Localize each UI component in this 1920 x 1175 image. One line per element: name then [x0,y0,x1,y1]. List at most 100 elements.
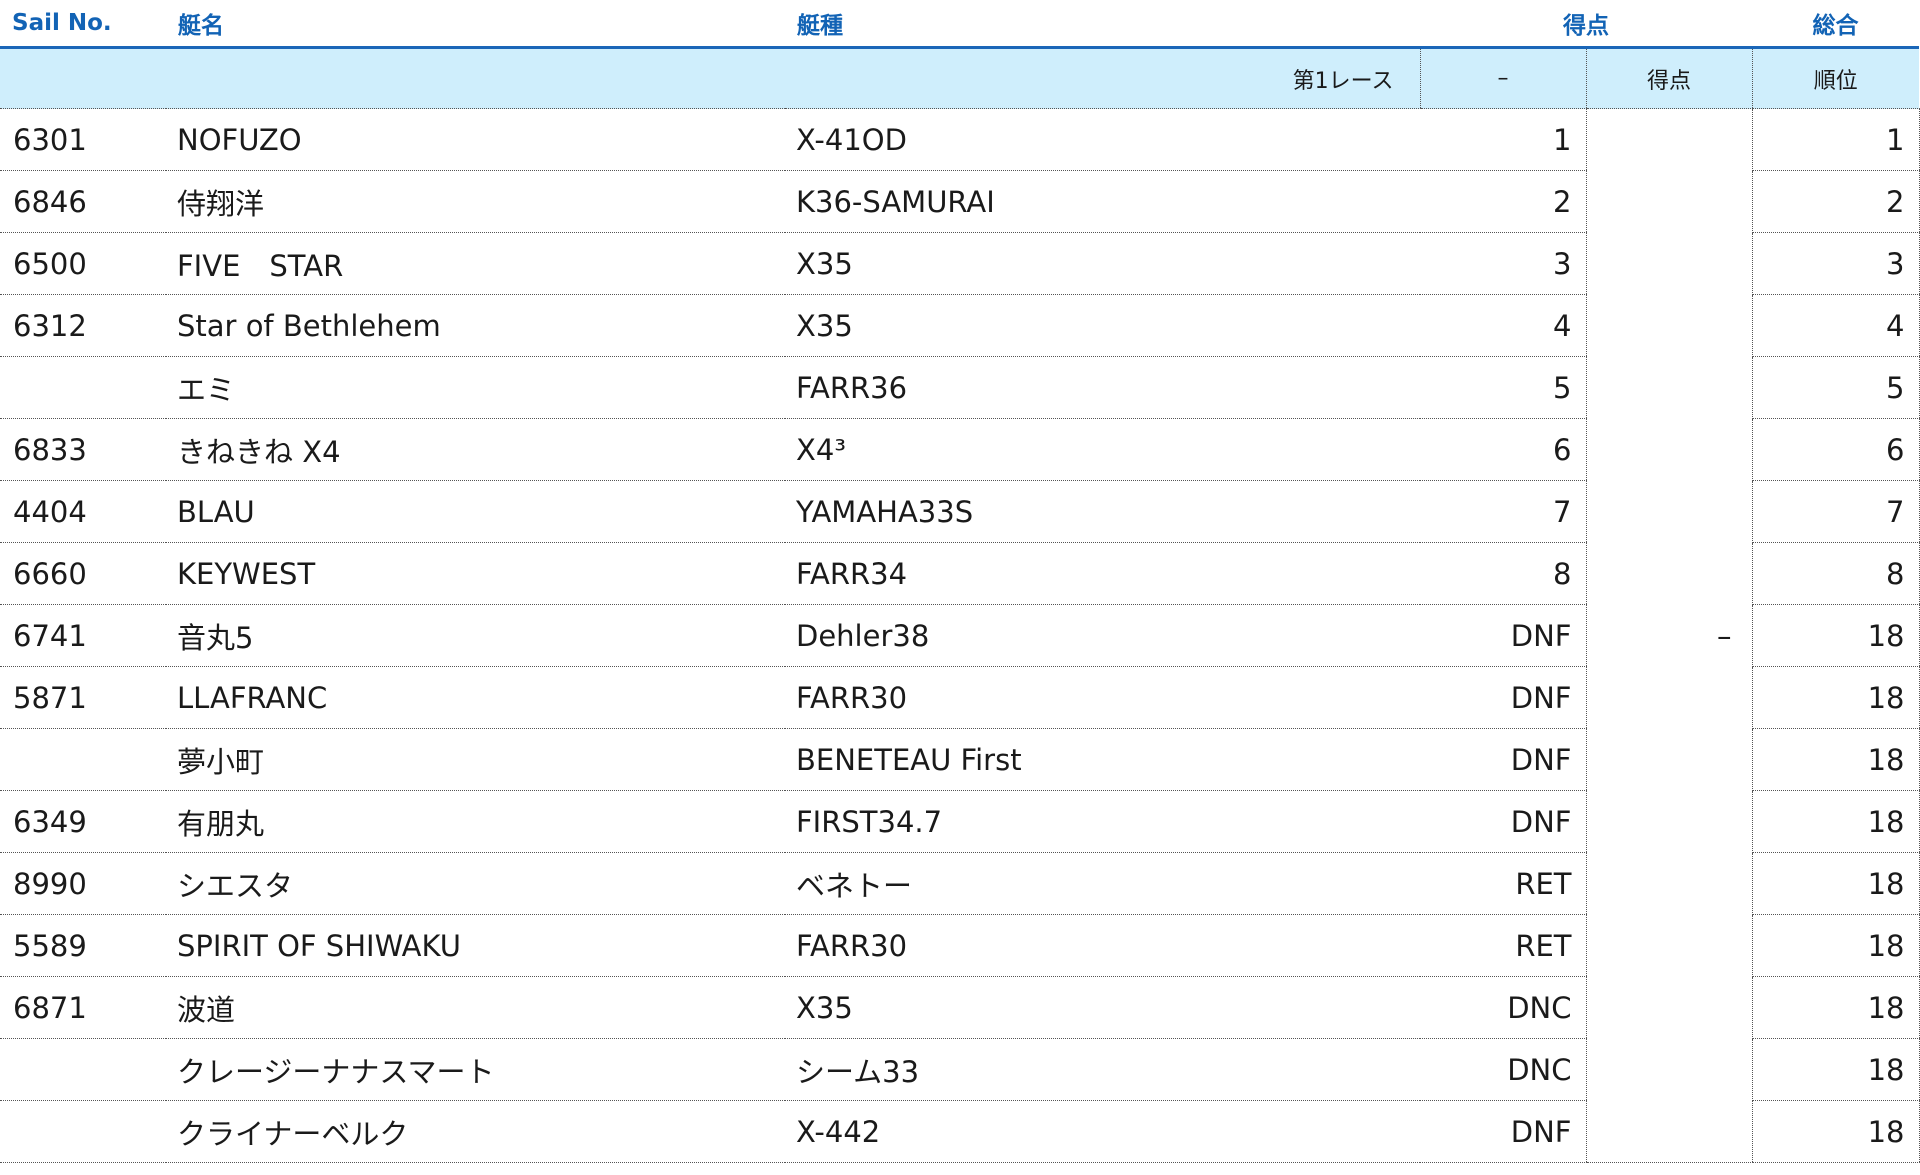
table-row: 6301NOFUZOX-41OD111 [0,108,1919,171]
total-score-cell: 6 [1751,418,1919,481]
boat-type-cell: X35 [785,294,1420,357]
boat-type-cell: K36-SAMURAI [785,170,1420,233]
boat-name-cell: BLAU [166,480,785,543]
race1-score-cell: 3 [1420,232,1586,295]
boat-name-cell: 音丸5 [166,604,785,667]
race1-score-cell: 1 [1420,108,1586,171]
sail-number-cell [0,728,166,791]
table-row: 5871LLAFRANCFARR30DNF1810 [0,666,1919,729]
table-row: 6833きねきね X4X4³666 [0,418,1919,481]
boat-name-cell: クライナーベルク [166,1100,785,1163]
race1-score-cell: DNC [1420,1038,1586,1101]
race1-score-cell: RET [1420,852,1586,915]
boat-type-cell: FARR34 [785,542,1420,605]
extra-cell [1585,976,1752,1039]
boat-name-cell: 波道 [166,976,785,1039]
total-score-cell: 8 [1751,542,1919,605]
subheader-row: 第1レース – 得点 順位 [0,47,1919,109]
sail-number-cell [0,1038,166,1101]
total-score-cell: 18 [1751,666,1919,729]
sail-number-cell [0,1100,166,1163]
total-score-cell: 18 [1751,852,1919,915]
table-row: 5589SPIRIT OF SHIWAKUFARR30RET1814 [0,914,1919,977]
boat-type-cell: ベネトー [785,852,1420,915]
boat-name-cell: NOFUZO [166,108,785,171]
race1-score-cell: 6 [1420,418,1586,481]
sail-number-cell [0,356,166,419]
sail-number-cell: 5871 [0,666,166,729]
race1-score-cell: 2 [1420,170,1586,233]
boat-name-cell: エミ [166,356,785,419]
sail-number-cell: 6871 [0,976,166,1039]
table-row: 夢小町BENETEAU FirstDNF1811 [0,728,1919,791]
boat-name-cell: シエスタ [166,852,785,915]
extra-cell [1585,666,1752,729]
table-row: クライナーベルクX-442DNF1817 [0,1100,1919,1163]
table-row: 6312Star of BethlehemX35444 [0,294,1919,357]
total-score-cell: 18 [1751,728,1919,791]
race1-score-cell: DNF [1420,666,1586,729]
extra-cell [1585,728,1752,791]
total-score-cell: 5 [1751,356,1919,419]
boat-name-cell: LLAFRANC [166,666,785,729]
boat-type-cell: X35 [785,232,1420,295]
boat-type-cell: Dehler38 [785,604,1420,667]
boat-type-cell: シーム33 [785,1038,1420,1101]
race1-score-cell: DNC [1420,976,1586,1039]
total-score-cell: 18 [1751,1100,1919,1163]
total-score-cell: 18 [1751,604,1919,667]
table-row: エミFARR36555 [0,356,1919,419]
sail-number-cell: 5589 [0,914,166,977]
sail-number-cell: 6660 [0,542,166,605]
sail-number-cell: 6846 [0,170,166,233]
race1-score-cell: DNF [1420,604,1586,667]
total-score-cell: 18 [1751,914,1919,977]
sail-number-cell: 8990 [0,852,166,915]
boat-name-cell: きねきね X4 [166,418,785,481]
header-boat-name: 艇名 [166,0,785,49]
table-row: 6500FIVE STARX35333 [0,232,1919,295]
extra-cell [1585,542,1752,605]
extra-cell [1585,1038,1752,1101]
total-score-cell: 18 [1751,790,1919,853]
table-row: 6846侍翔洋K36-SAMURAI222 [0,170,1919,233]
race1-score-cell: 7 [1420,480,1586,543]
extra-cell [1585,914,1752,977]
boat-type-cell: FARR36 [785,356,1420,419]
table-row: 6660KEYWESTFARR34888 [0,542,1919,605]
sail-number-cell: 6833 [0,418,166,481]
table-row: 8990シエスタベネトーRET1813 [0,852,1919,915]
boat-name-cell: クレージーナナスマート [166,1038,785,1101]
extra-cell [1585,790,1752,853]
table-row: 6741音丸5Dehler38DNF–189 [0,604,1919,667]
race1-score-cell: 5 [1420,356,1586,419]
boat-name-cell: Star of Bethlehem [166,294,785,357]
boat-name-cell: KEYWEST [166,542,785,605]
results-table: Sail No. 艇名 艇種 得点 総合 第1レース – 得点 順位 6301 N… [0,0,1919,1163]
boat-name-cell: 夢小町 [166,728,785,791]
results-body: 6301NOFUZOX-41OD1116846侍翔洋K36-SAMURAI222… [0,108,1919,1163]
header-row: Sail No. 艇名 艇種 得点 総合 [0,0,1919,49]
subheader-race1: 第1レース [0,47,1420,109]
total-score-cell: 2 [1751,170,1919,233]
boat-name-cell: SPIRIT OF SHIWAKU [166,914,785,977]
total-score-cell: 4 [1751,294,1919,357]
boat-type-cell: FIRST34.7 [785,790,1420,853]
sail-number-cell: 4404 [0,480,166,543]
table-row: 6349有朋丸FIRST34.7DNF1812 [0,790,1919,853]
extra-cell [1585,294,1752,357]
header-overall: 総合 [1752,0,1919,49]
total-score-cell: 1 [1751,108,1919,171]
total-score-cell: 7 [1751,480,1919,543]
boat-type-cell: X-442 [785,1100,1420,1163]
extra-cell [1585,108,1752,171]
extra-cell [1585,1100,1752,1163]
subheader-score: 得点 [1585,47,1752,109]
boat-type-cell: BENETEAU First [785,728,1420,791]
race1-score-cell: DNF [1420,1100,1586,1163]
header-score: 得点 [1420,0,1752,49]
boat-type-cell: X35 [785,976,1420,1039]
table-row: 4404BLAUYAMAHA33S777 [0,480,1919,543]
total-score-cell: 18 [1751,1038,1919,1101]
total-score-cell: 3 [1751,232,1919,295]
